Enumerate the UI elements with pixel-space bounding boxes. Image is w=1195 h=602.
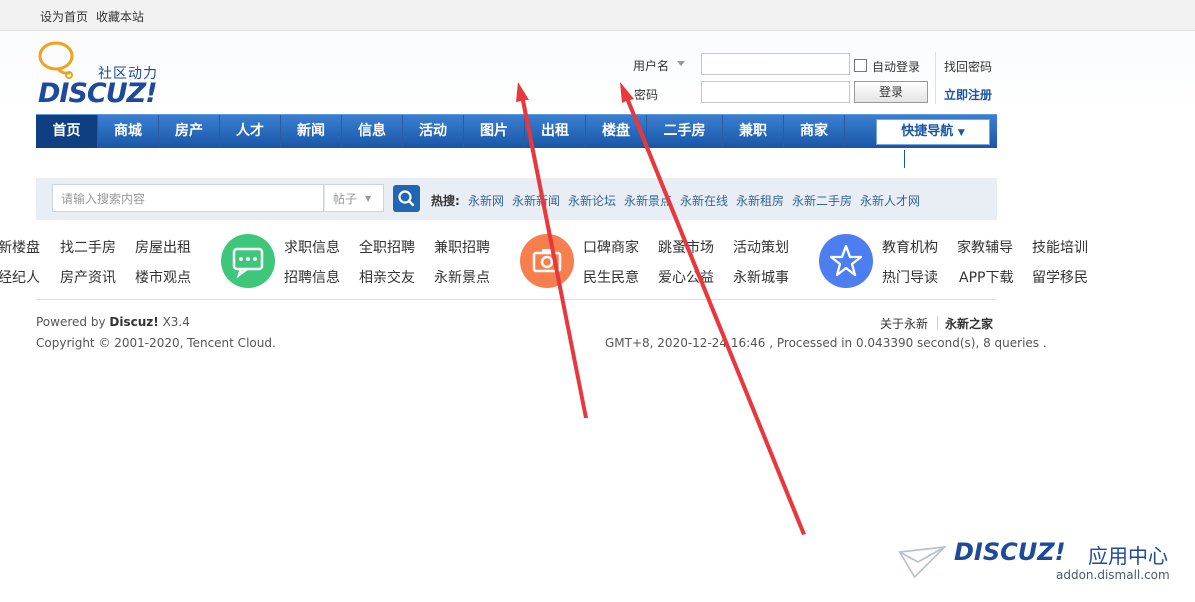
bookmark-link[interactable]: 收藏本站 bbox=[96, 8, 144, 25]
chat-bubble-icon bbox=[232, 247, 264, 279]
arrow-icon bbox=[620, 82, 806, 535]
powered-prefix: Powered by bbox=[36, 315, 106, 329]
username-input[interactable] bbox=[701, 53, 850, 75]
category-link[interactable]: 新楼盘 bbox=[0, 237, 40, 257]
home-link[interactable]: 永新之家 bbox=[945, 315, 993, 332]
category-link[interactable]: 找二手房 bbox=[60, 237, 116, 257]
quick-nav-label: 快捷导航 bbox=[901, 124, 954, 139]
chevron-down-icon[interactable] bbox=[677, 61, 685, 66]
hot-search-label: 热搜: bbox=[431, 194, 460, 208]
caret-down-icon: ▼ bbox=[365, 194, 372, 203]
search-type-label: 帖子 bbox=[333, 192, 358, 206]
category-link[interactable]: 爱心公益 bbox=[658, 267, 714, 287]
category-link[interactable]: 技能培训 bbox=[1032, 237, 1088, 257]
password-label: 密码 bbox=[634, 88, 659, 102]
login-divider bbox=[935, 52, 936, 104]
caret-down-icon: ▼ bbox=[957, 128, 965, 138]
hot-link[interactable]: 永新人才网 bbox=[860, 192, 920, 209]
hot-link[interactable]: 永新新闻 bbox=[512, 192, 560, 209]
nav-item-events[interactable]: 活动 bbox=[403, 115, 464, 148]
powered-brand-link[interactable]: Discuz! bbox=[109, 315, 158, 329]
category-link[interactable]: 全职招聘 bbox=[359, 237, 415, 257]
category-link[interactable]: 相亲交友 bbox=[359, 267, 415, 287]
nav-item-images[interactable]: 图片 bbox=[464, 115, 525, 148]
hot-link[interactable]: 永新在线 bbox=[680, 192, 728, 209]
category-link[interactable]: 兼职招聘 bbox=[434, 237, 490, 257]
auto-login-label[interactable]: 自动登录 bbox=[872, 58, 920, 75]
watermark-brand: DISCUZ! bbox=[954, 538, 1066, 566]
logo-text[interactable]: DISCUZ! bbox=[38, 78, 158, 109]
copyright: Copyright © 2001-2020, Tencent Cloud. bbox=[36, 336, 276, 350]
category-link[interactable]: 民生民意 bbox=[583, 267, 639, 287]
hot-link[interactable]: 永新租房 bbox=[736, 192, 784, 209]
category-link[interactable]: 永新景点 bbox=[434, 267, 490, 287]
nav-item-talent[interactable]: 人才 bbox=[220, 115, 281, 148]
star-category-icon[interactable] bbox=[819, 234, 873, 288]
category-link[interactable]: 家教辅导 bbox=[957, 237, 1013, 257]
hot-link[interactable]: 永新景点 bbox=[624, 192, 672, 209]
content-divider bbox=[36, 299, 997, 300]
auto-login-checkbox[interactable] bbox=[854, 59, 867, 72]
nav-item-merchants[interactable]: 商家 bbox=[784, 115, 845, 148]
category-link[interactable]: 教育机构 bbox=[882, 237, 938, 257]
category-link[interactable]: 留学移民 bbox=[1032, 267, 1088, 287]
hot-link[interactable]: 永新论坛 bbox=[568, 192, 616, 209]
header-background bbox=[0, 31, 1195, 113]
password-input[interactable] bbox=[701, 81, 850, 103]
category-link[interactable]: 跳蚤市场 bbox=[658, 237, 714, 257]
search-button[interactable] bbox=[393, 185, 420, 212]
camera-category-icon[interactable] bbox=[520, 234, 574, 288]
watermark: DISCUZ! 应用中心 addon.dismall.com bbox=[898, 538, 1188, 588]
version: X3.4 bbox=[162, 315, 190, 329]
category-link[interactable]: 房屋出租 bbox=[135, 237, 191, 257]
nav-indicator bbox=[904, 150, 905, 168]
category-link[interactable]: 活动策划 bbox=[733, 237, 789, 257]
footer-divider bbox=[937, 316, 938, 329]
stats: GMT+8, 2020-12-24 16:46 , Processed in 0… bbox=[605, 336, 1047, 350]
nav-item-mall[interactable]: 商城 bbox=[98, 115, 159, 148]
nav-item-buildings[interactable]: 楼盘 bbox=[586, 115, 647, 148]
category-link[interactable]: 楼市观点 bbox=[135, 267, 191, 287]
username-label[interactable]: 用户名 bbox=[633, 57, 669, 74]
about-link[interactable]: 关于永新 bbox=[880, 315, 928, 332]
search-type-select[interactable]: 帖子 ▼ bbox=[324, 184, 384, 212]
nav-item-news[interactable]: 新闻 bbox=[281, 115, 342, 148]
set-home-link[interactable]: 设为首页 bbox=[40, 8, 88, 25]
category-link[interactable]: 热门导读 bbox=[882, 267, 938, 287]
paper-plane-icon bbox=[898, 545, 947, 579]
main-nav: 首页 商城 房产 人才 新闻 信息 活动 图片 出租 楼盘 二手房 兼职 商家 bbox=[36, 114, 997, 148]
find-password-link[interactable]: 找回密码 bbox=[944, 58, 992, 75]
search-input[interactable]: 请输入搜索内容 bbox=[52, 184, 324, 212]
star-icon bbox=[829, 244, 863, 277]
category-link[interactable]: 招聘信息 bbox=[284, 267, 340, 287]
watermark-url: addon.dismall.com bbox=[1056, 568, 1170, 582]
nav-item-property[interactable]: 房产 bbox=[159, 115, 220, 148]
hot-link[interactable]: 永新网 bbox=[468, 192, 504, 209]
register-link[interactable]: 立即注册 bbox=[944, 86, 992, 103]
nav-item-home[interactable]: 首页 bbox=[36, 115, 98, 148]
category-link[interactable]: APP下载 bbox=[959, 267, 1013, 287]
nav-item-second-hand[interactable]: 二手房 bbox=[647, 115, 723, 148]
category-link[interactable]: 永新城事 bbox=[733, 267, 789, 287]
category-link[interactable]: 房产资讯 bbox=[60, 267, 116, 287]
chat-category-icon[interactable] bbox=[221, 234, 275, 288]
nav-item-info[interactable]: 信息 bbox=[342, 115, 403, 148]
camera-icon bbox=[532, 249, 562, 273]
powered-by: Powered by Discuz! X3.4 bbox=[36, 315, 190, 329]
hot-link[interactable]: 永新二手房 bbox=[792, 192, 852, 209]
quick-nav-button[interactable]: 快捷导航 ▼ bbox=[876, 119, 990, 145]
category-link[interactable]: 口碑商家 bbox=[583, 237, 639, 257]
category-link[interactable]: 求职信息 bbox=[284, 237, 340, 257]
nav-item-rent[interactable]: 出租 bbox=[525, 115, 586, 148]
category-link[interactable]: 经纪人 bbox=[0, 267, 40, 287]
search-icon bbox=[398, 190, 415, 207]
login-button[interactable]: 登录 bbox=[854, 81, 928, 103]
nav-item-part-time[interactable]: 兼职 bbox=[723, 115, 784, 148]
watermark-suffix: 应用中心 bbox=[1088, 544, 1168, 568]
top-bar: 设为首页 收藏本站 bbox=[0, 0, 1195, 31]
